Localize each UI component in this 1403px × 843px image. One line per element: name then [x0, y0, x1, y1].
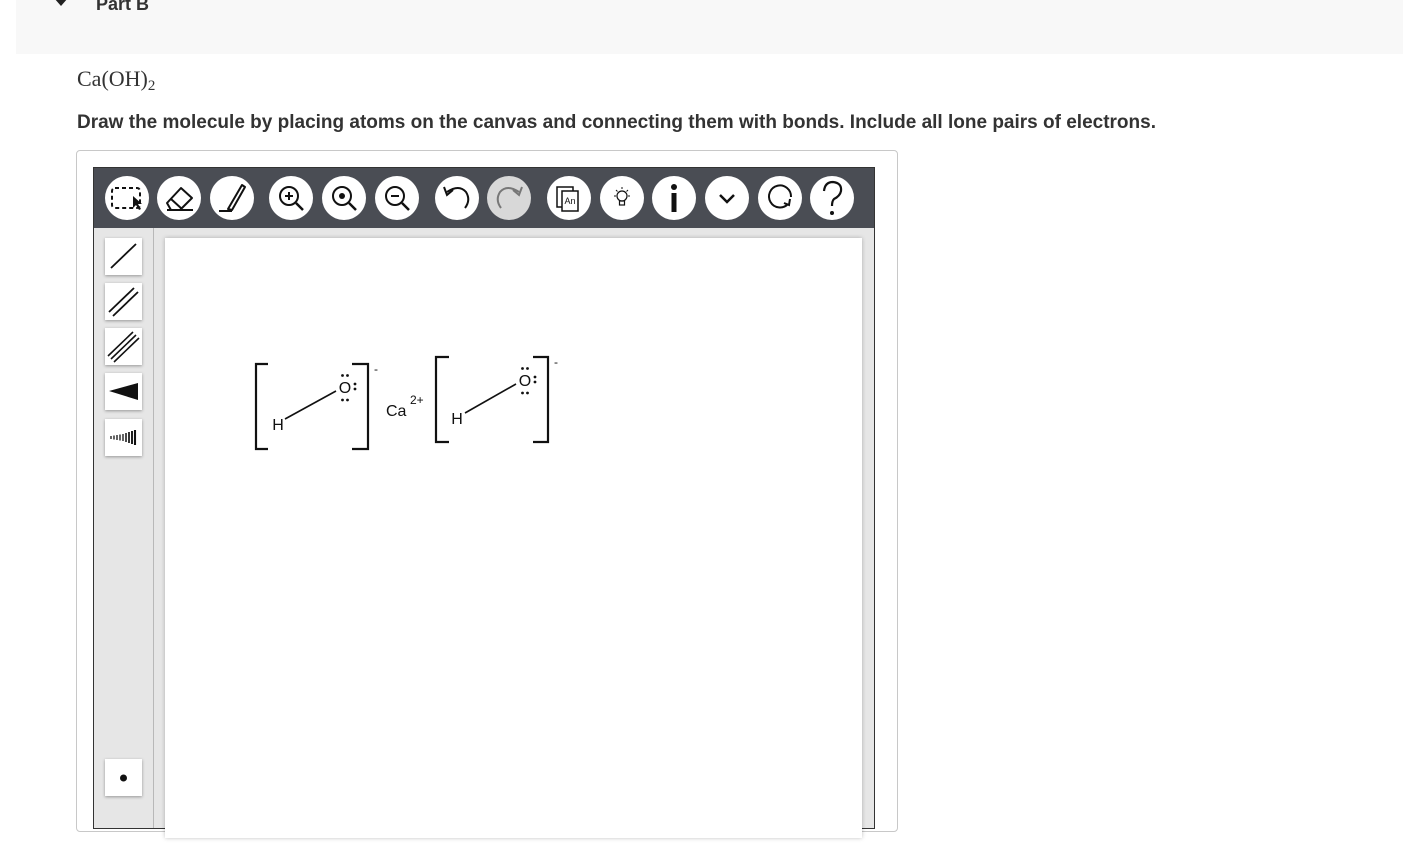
reset-icon	[768, 184, 793, 209]
single-bond-button[interactable]	[105, 238, 142, 275]
hydroxide-2: H O -	[434, 355, 558, 444]
triple-bond-button[interactable]	[105, 328, 142, 365]
hydrogen-atom-1[interactable]: H	[272, 417, 284, 434]
right-bracket-2	[533, 355, 550, 444]
template-icon: An	[556, 186, 579, 212]
part-title: Part B	[96, 0, 150, 14]
help-icon	[822, 180, 843, 215]
calcium-ion: Ca 2+	[386, 393, 424, 420]
dot-icon	[120, 774, 127, 782]
zoom-in-button[interactable]	[269, 176, 313, 220]
charge-1: -	[374, 362, 378, 376]
calcium-atom[interactable]: Ca	[386, 403, 407, 420]
pen-icon	[219, 184, 246, 212]
caret-down-icon[interactable]	[52, 0, 70, 10]
double-bond-icon	[108, 287, 139, 317]
editor-toolbar: An	[94, 168, 874, 228]
info-icon	[671, 184, 677, 212]
eraser-icon	[166, 187, 193, 211]
template-label: An	[564, 196, 575, 206]
molecule-editor: An H O - Ca 2+ H O -	[93, 167, 875, 838]
hint-button[interactable]	[600, 176, 644, 220]
left-bracket-1	[254, 362, 268, 451]
formula: Ca(OH)2	[77, 66, 155, 95]
calcium-charge: 2+	[410, 393, 424, 407]
oh-bond-2[interactable]	[464, 383, 517, 414]
info-button[interactable]	[652, 176, 696, 220]
more-button[interactable]	[705, 176, 749, 220]
reset-button[interactable]	[758, 176, 802, 220]
hash-bond-icon	[110, 430, 137, 445]
oh-bond-1[interactable]	[284, 390, 337, 420]
zoom-reset-button[interactable]	[322, 176, 366, 220]
lone-electron-button[interactable]	[105, 759, 142, 796]
zoom-out-button[interactable]	[375, 176, 419, 220]
triple-bond-icon	[107, 331, 140, 363]
redo-button[interactable]	[487, 176, 531, 220]
oxygen-atom-1[interactable]: O	[339, 380, 351, 397]
templates-button[interactable]: An	[547, 176, 591, 220]
hydroxide-1: H O -	[254, 362, 378, 451]
redo-icon	[496, 186, 523, 209]
oxygen-atom-2[interactable]: O	[519, 373, 531, 390]
double-bond-button[interactable]	[105, 283, 142, 320]
select-tool-button[interactable]	[105, 176, 149, 220]
hash-bond-button[interactable]	[105, 419, 142, 456]
formula-subscript: 2	[147, 78, 156, 94]
formula-main: Ca(OH)	[77, 66, 148, 91]
draw-tool-button[interactable]	[210, 176, 254, 220]
wedge-bond-icon	[109, 383, 138, 400]
zoom-fit-icon	[332, 186, 357, 211]
wedge-bond-button[interactable]	[105, 373, 142, 410]
part-header[interactable]: Part B	[16, 0, 1403, 54]
help-button[interactable]	[810, 176, 854, 220]
molecule-drawing: H O - Ca 2+ H O -	[254, 355, 558, 451]
single-bond-icon	[110, 243, 137, 269]
lightbulb-icon	[614, 187, 630, 206]
hydrogen-atom-2[interactable]: H	[451, 411, 463, 428]
zoom-out-icon	[385, 186, 410, 211]
instruction-text: Draw the molecule by placing atoms on th…	[77, 112, 1156, 133]
right-bracket-1	[352, 362, 370, 451]
chevron-down-icon	[719, 194, 735, 204]
drawing-canvas[interactable]: H O - Ca 2+ H O -	[165, 238, 862, 838]
undo-icon	[443, 186, 470, 209]
left-bracket-2	[434, 355, 449, 444]
charge-2: -	[554, 355, 558, 369]
bond-tool-panel	[94, 228, 154, 828]
zoom-in-icon	[279, 186, 304, 211]
eraser-tool-button[interactable]	[157, 176, 201, 220]
marquee-select-icon	[111, 187, 142, 210]
undo-button[interactable]	[435, 176, 479, 220]
